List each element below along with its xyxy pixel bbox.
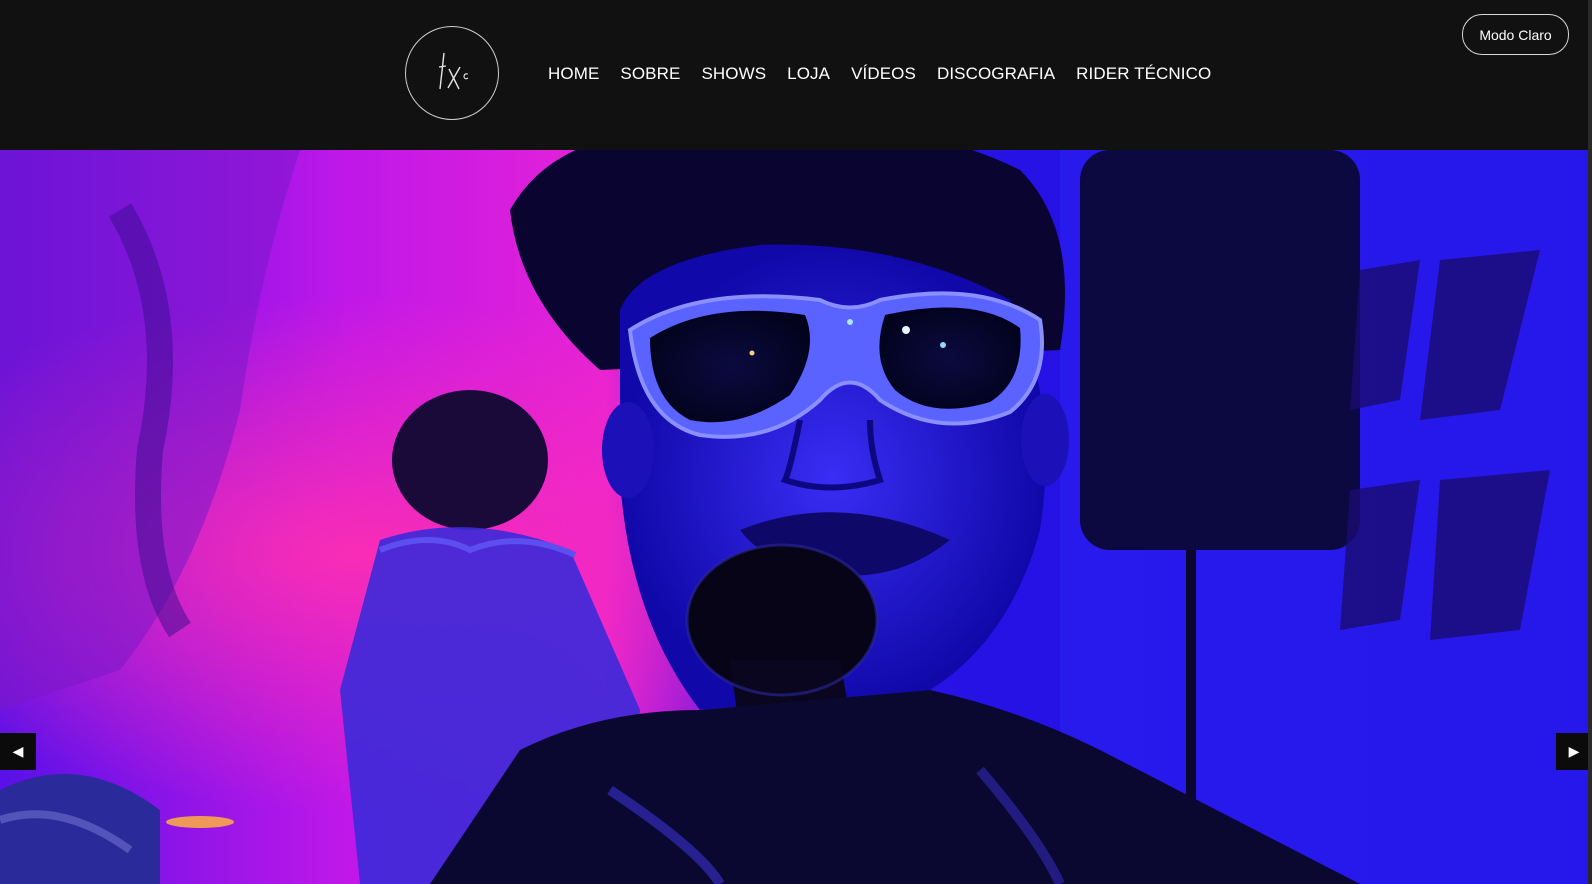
nav-item-loja[interactable]: LOJA xyxy=(787,64,830,84)
nav-item-rider-tecnico[interactable]: RIDER TÉCNICO xyxy=(1076,64,1211,84)
nav-item-discografia[interactable]: DISCOGRAFIA xyxy=(937,64,1055,84)
site-header: HOME SOBRE SHOWS LOJA VÍDEOS DISCOGRAFIA… xyxy=(0,0,1592,150)
hero-carousel: ◀ ▶ xyxy=(0,150,1592,884)
page-scrollbar[interactable] xyxy=(1588,0,1592,884)
hero-slide-image xyxy=(0,150,1592,884)
logo[interactable] xyxy=(405,26,499,120)
fx-monogram-logo-icon xyxy=(438,52,469,90)
nav-item-sobre[interactable]: SOBRE xyxy=(620,64,680,84)
nav-item-videos[interactable]: VÍDEOS xyxy=(851,64,916,84)
carousel-prev-button[interactable]: ◀ xyxy=(0,733,36,770)
nav-item-shows[interactable]: SHOWS xyxy=(701,64,766,84)
nav-item-home[interactable]: HOME xyxy=(548,64,599,84)
carousel-next-button[interactable]: ▶ xyxy=(1556,733,1592,770)
page: HOME SOBRE SHOWS LOJA VÍDEOS DISCOGRAFIA… xyxy=(0,0,1592,884)
main-nav: HOME SOBRE SHOWS LOJA VÍDEOS DISCOGRAFIA… xyxy=(548,64,1211,84)
light-mode-toggle-button[interactable]: Modo Claro xyxy=(1462,14,1569,55)
